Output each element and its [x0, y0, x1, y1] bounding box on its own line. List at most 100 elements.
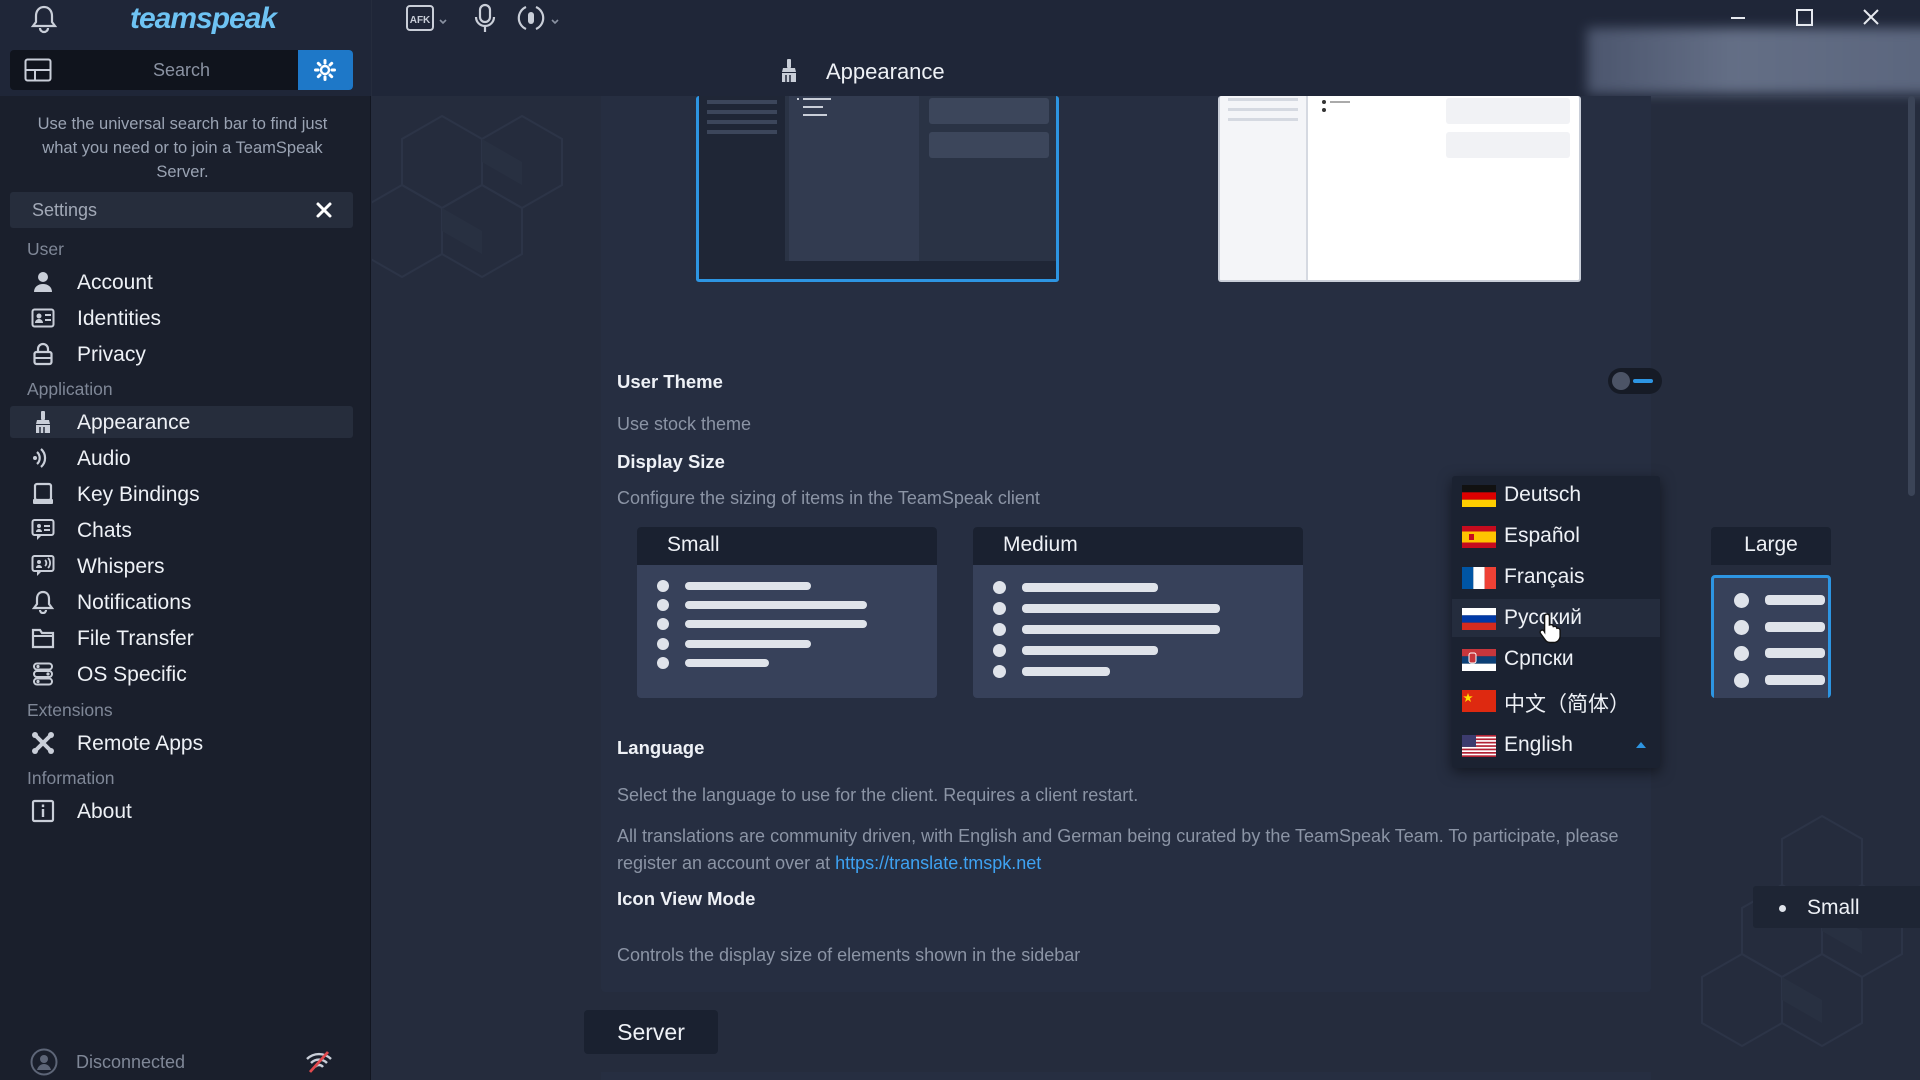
size-preview-selected: [1711, 575, 1831, 698]
microphone-icon[interactable]: [468, 2, 504, 36]
sidebar-item-file-transfer[interactable]: File Transfer: [10, 622, 353, 654]
language-option-espanol[interactable]: Español: [1452, 517, 1660, 555]
user-theme-desc: Use stock theme: [617, 414, 752, 434]
translations-desc: All translations are community driven, w…: [617, 826, 1619, 873]
size-option-medium[interactable]: Medium: [973, 527, 1303, 698]
whispers-icon: [31, 555, 55, 576]
sidebar-item-notifications[interactable]: Notifications: [10, 586, 353, 618]
connection-status: Disconnected: [76, 1052, 186, 1072]
language-title: Language: [617, 737, 705, 758]
language-dropdown[interactable]: Deutsch Español Français Русский Српски …: [1452, 476, 1660, 768]
appearance-icon: [36, 411, 50, 433]
gear-icon[interactable]: [297, 50, 353, 90]
user-theme-toggle[interactable]: [1608, 368, 1662, 394]
sidebar-item-about[interactable]: About: [10, 795, 353, 827]
os-specific-icon: [33, 662, 53, 686]
language-option-serbian[interactable]: Српски: [1452, 640, 1660, 678]
afk-toggle[interactable]: AFK: [404, 2, 452, 36]
icon-view-value: Small: [1807, 896, 1860, 919]
translate-link[interactable]: https://translate.tmspk.net: [835, 853, 1041, 873]
privacy-icon: [33, 342, 53, 366]
sidebar-item-os-specific[interactable]: OS Specific: [10, 658, 353, 690]
language-label: Español: [1504, 524, 1580, 547]
sidebar-item-label: Identities: [77, 307, 162, 330]
sidebar-item-key-bindings[interactable]: Key Bindings: [10, 478, 353, 510]
appearance-icon: [782, 59, 796, 82]
chinese-flag-icon: [1462, 690, 1496, 712]
speaker-icon[interactable]: [514, 2, 564, 36]
russian-flag-icon: [1462, 608, 1496, 630]
section-label-information: Information: [27, 768, 115, 788]
sidebar-item-label: Appearance: [77, 411, 191, 434]
blurred-preview: [1587, 28, 1920, 94]
title-bar: AFK Appearance: [372, 0, 1920, 96]
size-option-small[interactable]: Small: [637, 527, 937, 698]
sidebar-item-chats[interactable]: Chats: [10, 514, 353, 546]
next-panel-edge: [601, 1072, 1651, 1080]
sidebar-item-appearance[interactable]: Appearance: [10, 406, 353, 438]
german-flag-icon: [1462, 485, 1496, 507]
language-option-deutsch[interactable]: Deutsch: [1452, 476, 1660, 514]
notification-bell-icon[interactable]: [28, 4, 60, 34]
brand-bar: teamspeak: [0, 0, 371, 96]
language-label: Русский: [1504, 606, 1582, 629]
section-label-extensions: Extensions: [27, 700, 113, 720]
sidebar-item-account[interactable]: Account: [10, 266, 353, 298]
display-size-title: Display Size: [617, 451, 725, 472]
icon-view-desc: Controls the display size of elements sh…: [617, 945, 1081, 965]
sidebar-item-remote-apps[interactable]: Remote Apps: [10, 727, 353, 759]
avatar: [30, 1048, 58, 1076]
sidebar-item-audio[interactable]: Audio: [10, 442, 353, 474]
size-option-large[interactable]: Large: [1711, 527, 1831, 698]
sidebar-item-label: Chats: [77, 519, 132, 542]
spanish-flag-icon: [1462, 526, 1496, 548]
language-option-russian[interactable]: Русский: [1452, 599, 1660, 637]
caret-up-icon: [1636, 742, 1646, 748]
sidebar-item-label: OS Specific: [77, 663, 187, 686]
size-option-label: Small: [637, 527, 937, 565]
translations-note: All translations are community driven, w…: [617, 823, 1637, 877]
folder-icon: [31, 628, 55, 649]
maximize-icon[interactable]: [1782, 2, 1826, 32]
size-bullet-icon: [1779, 905, 1786, 912]
connection-status-bar: Disconnected: [0, 1042, 371, 1080]
close-icon[interactable]: [315, 201, 333, 219]
sidebar-item-whispers[interactable]: Whispers: [10, 550, 353, 582]
language-label: Deutsch: [1504, 483, 1582, 506]
account-icon: [34, 272, 52, 292]
settings-title: Settings: [32, 200, 98, 220]
language-option-english[interactable]: English: [1452, 726, 1660, 764]
icon-view-select[interactable]: Small: [1753, 886, 1920, 928]
us-flag-icon: [1462, 735, 1496, 757]
icon-view-title: Icon View Mode: [617, 888, 756, 909]
wifi-off-icon[interactable]: [304, 1050, 334, 1074]
language-option-chinese[interactable]: 中文（简体）: [1452, 681, 1660, 719]
afk-label: AFK: [410, 15, 431, 26]
audio-icon: [33, 448, 47, 468]
dark-theme-preview[interactable]: [696, 96, 1059, 282]
scrollbar-thumb[interactable]: [1908, 96, 1915, 496]
sidebar-item-label: Notifications: [77, 591, 192, 614]
server-section-button[interactable]: Server: [584, 1010, 718, 1054]
language-option-francais[interactable]: Français: [1452, 558, 1660, 596]
sidebar-item-label: Key Bindings: [77, 483, 200, 506]
chats-icon: [31, 519, 55, 540]
light-theme-preview[interactable]: [1218, 96, 1581, 282]
sidebar-item-label: About: [77, 800, 132, 823]
sidebar-item-identities[interactable]: Identities: [10, 302, 353, 334]
search-input[interactable]: [65, 50, 298, 90]
language-label: Français: [1504, 565, 1585, 588]
hexagon-decoration: [372, 114, 563, 279]
close-window-icon[interactable]: [1849, 2, 1893, 32]
section-label-application: Application: [27, 379, 113, 399]
minimize-icon[interactable]: [1716, 2, 1760, 32]
identities-icon: [31, 308, 55, 328]
size-option-label: Large: [1711, 527, 1831, 565]
teamspeak-logo: teamspeak: [130, 2, 277, 35]
serbian-flag-icon: [1462, 649, 1496, 671]
layout-toggle-icon[interactable]: [10, 50, 66, 90]
sidebar: teamspeak Use the universal search bar t…: [0, 0, 371, 1080]
sidebar-item-label: File Transfer: [77, 627, 194, 650]
sidebar-item-label: Account: [77, 271, 153, 294]
sidebar-item-privacy[interactable]: Privacy: [10, 338, 353, 370]
